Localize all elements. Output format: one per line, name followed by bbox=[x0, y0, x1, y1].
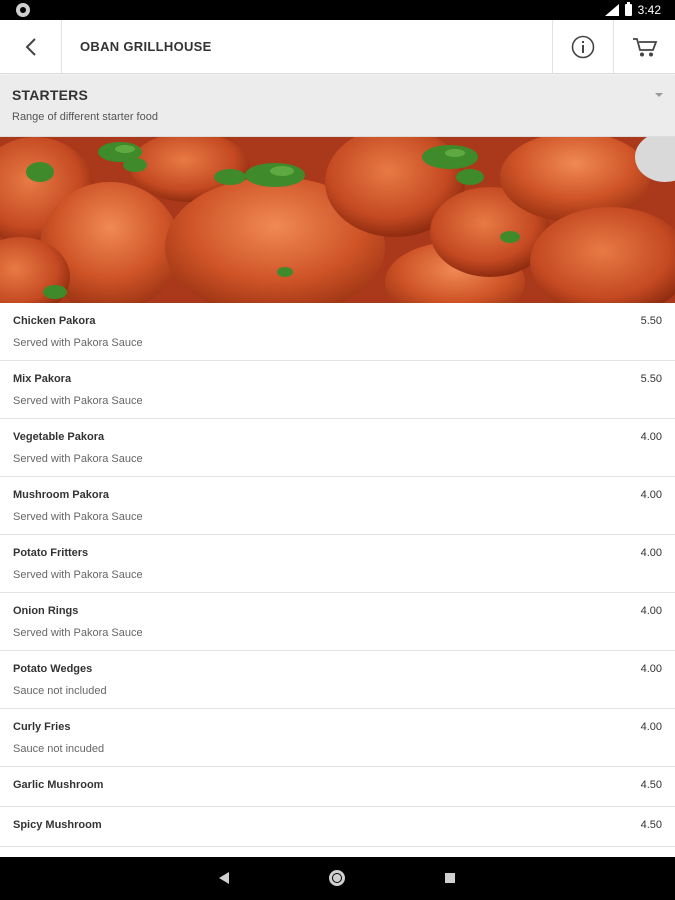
info-button[interactable] bbox=[552, 20, 613, 73]
item-price: 5.50 bbox=[640, 373, 662, 385]
chevron-down-icon bbox=[655, 93, 663, 97]
item-name: Garlic Mushroom bbox=[13, 779, 104, 791]
battery-icon bbox=[624, 2, 632, 16]
menu-item[interactable]: Garlic Mushroom 4.50 bbox=[0, 767, 675, 807]
food-image bbox=[0, 137, 675, 303]
info-icon bbox=[571, 35, 595, 58]
notification-icon bbox=[16, 3, 30, 17]
cart-icon bbox=[632, 37, 657, 56]
item-name: Mushroom Pakora bbox=[13, 489, 109, 501]
back-icon bbox=[25, 37, 36, 56]
menu-item[interactable]: Chicken Pakora Served with Pakora Sauce … bbox=[0, 303, 675, 361]
category-description: Range of different starter food bbox=[12, 111, 158, 123]
item-price: 4.00 bbox=[640, 489, 662, 501]
item-price: 5.50 bbox=[640, 315, 662, 327]
category-banner-image bbox=[0, 137, 675, 303]
nav-back-icon[interactable] bbox=[219, 872, 229, 884]
menu-item[interactable]: Potato Fritters Served with Pakora Sauce… bbox=[0, 535, 675, 593]
app-bar: OBAN GRILLHOUSE bbox=[0, 20, 675, 74]
menu-item[interactable]: Potato Wedges Sauce not included 4.00 bbox=[0, 651, 675, 709]
category-header[interactable]: STARTERS Range of different starter food bbox=[0, 75, 675, 137]
item-description: Sauce not included bbox=[13, 685, 107, 697]
item-price: 4.00 bbox=[640, 547, 662, 559]
category-title: STARTERS bbox=[12, 87, 89, 103]
menu-item[interactable]: Onion Rings Served with Pakora Sauce 4.0… bbox=[0, 593, 675, 651]
menu-item[interactable]: Curly Fries Sauce not incuded 4.00 bbox=[0, 709, 675, 767]
item-name: Mix Pakora bbox=[13, 373, 72, 385]
status-bar: 3:42 bbox=[0, 0, 675, 20]
clock: 3:42 bbox=[637, 3, 661, 17]
item-price: 4.50 bbox=[640, 819, 662, 831]
item-name: Onion Rings bbox=[13, 605, 79, 617]
menu-list: Chicken Pakora Served with Pakora Sauce … bbox=[0, 303, 675, 847]
item-name: Potato Fritters bbox=[13, 547, 89, 559]
cart-button[interactable] bbox=[613, 20, 675, 73]
menu-item[interactable]: Spicy Mushroom 4.50 bbox=[0, 807, 675, 847]
item-description: Served with Pakora Sauce bbox=[13, 511, 143, 523]
item-description: Sauce not incuded bbox=[13, 743, 105, 755]
item-description: Served with Pakora Sauce bbox=[13, 627, 143, 639]
nav-recents-icon[interactable] bbox=[445, 873, 455, 883]
item-name: Potato Wedges bbox=[13, 663, 93, 675]
item-description: Served with Pakora Sauce bbox=[13, 569, 143, 581]
status-indicators: 3:42 bbox=[604, 0, 661, 20]
page-title: OBAN GRILLHOUSE bbox=[80, 39, 212, 54]
item-name: Curly Fries bbox=[13, 721, 71, 733]
item-name: Chicken Pakora bbox=[13, 315, 96, 327]
signal-icon bbox=[604, 4, 619, 16]
item-description: Served with Pakora Sauce bbox=[13, 395, 143, 407]
menu-item[interactable]: Mushroom Pakora Served with Pakora Sauce… bbox=[0, 477, 675, 535]
item-price: 4.50 bbox=[640, 779, 662, 791]
menu-item[interactable]: Mix Pakora Served with Pakora Sauce 5.50 bbox=[0, 361, 675, 419]
item-name: Spicy Mushroom bbox=[13, 819, 102, 831]
item-description: Served with Pakora Sauce bbox=[13, 453, 143, 465]
system-nav-bar bbox=[0, 857, 675, 900]
item-name: Vegetable Pakora bbox=[13, 431, 105, 443]
item-description: Served with Pakora Sauce bbox=[13, 337, 143, 349]
menu-item[interactable]: Vegetable Pakora Served with Pakora Sauc… bbox=[0, 419, 675, 477]
back-button[interactable] bbox=[0, 20, 62, 73]
item-price: 4.00 bbox=[640, 605, 662, 617]
item-price: 4.00 bbox=[640, 663, 662, 675]
item-price: 4.00 bbox=[640, 721, 662, 733]
item-price: 4.00 bbox=[640, 431, 662, 443]
nav-home-icon[interactable] bbox=[329, 870, 345, 886]
